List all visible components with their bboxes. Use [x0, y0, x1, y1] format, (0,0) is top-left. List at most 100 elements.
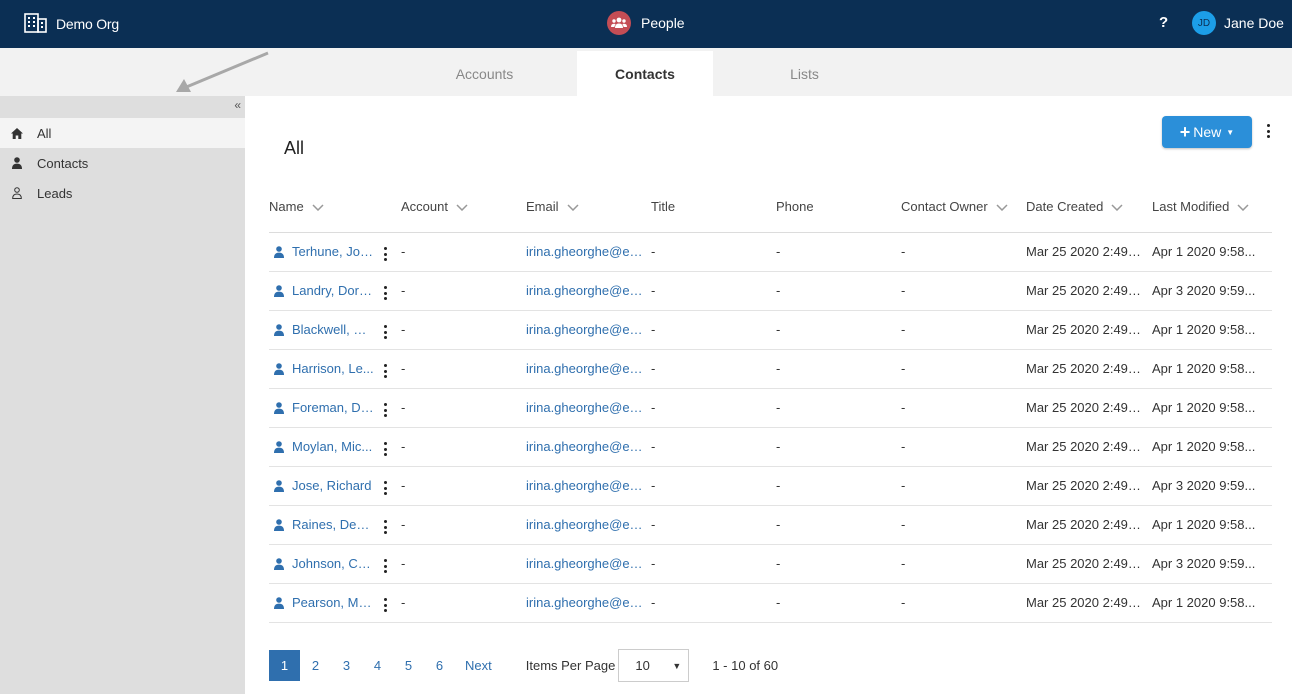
page-1-button[interactable]: 1	[269, 650, 300, 681]
page-2-button[interactable]: 2	[300, 650, 331, 681]
sidebar-item-contacts[interactable]: Contacts	[0, 148, 245, 178]
next-page-button[interactable]: Next	[465, 658, 492, 673]
table-row[interactable]: Raines, Dennis - irina.gheorghe@ec... - - - Ma…	[269, 506, 1272, 545]
cell-email[interactable]: irina.gheorghe@ec...	[526, 595, 644, 610]
tab-contacts[interactable]: Contacts	[577, 51, 713, 96]
table-row[interactable]: Landry, Doro... - irina.gheorghe@ec... - - - M…	[269, 272, 1272, 311]
column-header-label: Phone	[776, 199, 814, 214]
items-per-page-value: 10	[635, 658, 650, 673]
contact-name-cell[interactable]: Blackwell, Ro...	[274, 322, 374, 337]
app-switcher[interactable]: People	[607, 10, 685, 36]
cell-email[interactable]: irina.gheorghe@ec...	[526, 244, 644, 259]
page-4-button[interactable]: 4	[362, 650, 393, 681]
cell-modified: Apr 1 2020 9:58...	[1152, 439, 1256, 454]
cell-email[interactable]: irina.gheorghe@ec...	[526, 361, 644, 376]
tab-lists[interactable]: Lists	[713, 51, 896, 96]
contact-name-link[interactable]: Pearson, Mar...	[292, 595, 374, 610]
sort-chevron-icon[interactable]	[1237, 199, 1249, 214]
contact-name-cell[interactable]: Raines, Dennis	[274, 517, 374, 532]
contact-name-link[interactable]: Terhune, Jor...	[292, 244, 374, 259]
table-row[interactable]: Moylan, Mic... - irina.gheorghe@ec... - - - Ma…	[269, 428, 1272, 467]
contact-name-link[interactable]: Moylan, Mic...	[292, 439, 372, 454]
page-5-button[interactable]: 5	[393, 650, 424, 681]
cell-modified: Apr 1 2020 9:58...	[1152, 244, 1256, 259]
cell-owner: -	[901, 244, 906, 259]
sort-chevron-icon[interactable]	[456, 199, 468, 214]
column-header-title[interactable]: Title	[651, 199, 675, 214]
cell-title: -	[651, 361, 656, 376]
cell-email[interactable]: irina.gheorghe@ec...	[526, 400, 644, 415]
column-header-phone[interactable]: Phone	[776, 199, 814, 214]
column-header-owner[interactable]: Contact Owner	[901, 199, 1008, 214]
sidebar-item-all[interactable]: All	[0, 118, 245, 148]
tab-accounts[interactable]: Accounts	[392, 51, 577, 96]
contact-name-link[interactable]: Blackwell, Ro...	[292, 322, 374, 337]
cell-phone: -	[776, 322, 781, 337]
cell-title: -	[651, 283, 656, 298]
row-actions-icon[interactable]	[383, 442, 387, 456]
table-row[interactable]: Jose, Richard - irina.gheorghe@ec... - - - Mar…	[269, 467, 1272, 506]
sort-chevron-icon[interactable]	[312, 199, 324, 214]
row-actions-icon[interactable]	[383, 325, 387, 339]
row-actions-icon[interactable]	[383, 598, 387, 612]
items-per-page-select[interactable]: 10 ▼	[618, 649, 690, 682]
cell-phone: -	[776, 400, 781, 415]
column-header-name[interactable]: Name	[269, 199, 324, 214]
table-row[interactable]: Pearson, Mar... - irina.gheorghe@ec... - - - M…	[269, 584, 1272, 623]
row-actions-icon[interactable]	[383, 286, 387, 300]
collapse-sidebar-button[interactable]: «	[234, 98, 241, 112]
contact-name-link[interactable]: Johnson, Chr...	[292, 556, 374, 571]
contact-name-cell[interactable]: Johnson, Chr...	[274, 556, 374, 571]
contact-name-cell[interactable]: Moylan, Mic...	[274, 439, 372, 454]
row-actions-icon[interactable]	[383, 364, 387, 378]
org-switcher[interactable]: Demo Org	[24, 10, 119, 38]
more-options-icon[interactable]	[1266, 124, 1271, 138]
contact-name-link[interactable]: Landry, Doro...	[292, 283, 374, 298]
cell-email[interactable]: irina.gheorghe@ec...	[526, 283, 644, 298]
table-row[interactable]: Johnson, Chr... - irina.gheorghe@ec... - - - M…	[269, 545, 1272, 584]
sort-chevron-icon[interactable]	[566, 199, 579, 214]
row-actions-icon[interactable]	[383, 520, 387, 534]
cell-email[interactable]: irina.gheorghe@ec...	[526, 478, 644, 493]
table-row[interactable]: Blackwell, Ro... - irina.gheorghe@ec... - - -…	[269, 311, 1272, 350]
contact-name-link[interactable]: Foreman, Da...	[292, 400, 374, 415]
contact-name-cell[interactable]: Terhune, Jor...	[274, 244, 374, 259]
column-header-label: Date Created	[1026, 199, 1104, 214]
contact-name-cell[interactable]: Harrison, Le...	[274, 361, 374, 376]
contact-name-cell[interactable]: Foreman, Da...	[274, 400, 374, 415]
column-header-created[interactable]: Date Created	[1026, 199, 1123, 214]
cell-email[interactable]: irina.gheorghe@ec...	[526, 322, 644, 337]
cell-phone: -	[776, 361, 781, 376]
column-header-account[interactable]: Account	[401, 199, 468, 214]
page-3-button[interactable]: 3	[331, 650, 362, 681]
row-actions-icon[interactable]	[383, 403, 387, 417]
table-row[interactable]: Foreman, Da... - irina.gheorghe@ec... - - - Ma…	[269, 389, 1272, 428]
cell-email[interactable]: irina.gheorghe@ec...	[526, 556, 644, 571]
row-actions-icon[interactable]	[383, 481, 387, 495]
new-button[interactable]: + New ▼	[1162, 116, 1252, 148]
table-row[interactable]: Terhune, Jor... - irina.gheorghe@ec... - - - M…	[269, 233, 1272, 272]
cell-email[interactable]: irina.gheorghe@ec...	[526, 439, 644, 454]
page-6-button[interactable]: 6	[424, 650, 455, 681]
contact-name-link[interactable]: Raines, Dennis	[292, 517, 374, 532]
table-row[interactable]: Harrison, Le... - irina.gheorghe@ec... - - - M…	[269, 350, 1272, 389]
help-icon[interactable]: ?	[1159, 14, 1168, 31]
sort-chevron-icon[interactable]	[996, 199, 1008, 214]
cell-owner: -	[901, 322, 906, 337]
column-header-email[interactable]: Email	[526, 199, 579, 214]
cell-email[interactable]: irina.gheorghe@ec...	[526, 517, 644, 532]
page-title: All	[284, 138, 305, 158]
contact-name-link[interactable]: Jose, Richard	[292, 478, 371, 493]
sort-chevron-icon[interactable]	[1111, 199, 1123, 214]
contact-name-cell[interactable]: Jose, Richard	[274, 478, 371, 493]
contact-name-cell[interactable]: Landry, Doro...	[274, 283, 374, 298]
contact-name-link[interactable]: Harrison, Le...	[292, 361, 374, 376]
column-header-modified[interactable]: Last Modified	[1152, 199, 1249, 214]
row-actions-icon[interactable]	[383, 559, 387, 573]
cell-phone: -	[776, 283, 781, 298]
contact-name-cell[interactable]: Pearson, Mar...	[274, 595, 374, 610]
row-actions-icon[interactable]	[383, 247, 387, 261]
cell-account: -	[401, 400, 406, 415]
sidebar-item-leads[interactable]: Leads	[0, 178, 245, 208]
user-menu[interactable]: JD Jane Doe	[1192, 11, 1284, 35]
